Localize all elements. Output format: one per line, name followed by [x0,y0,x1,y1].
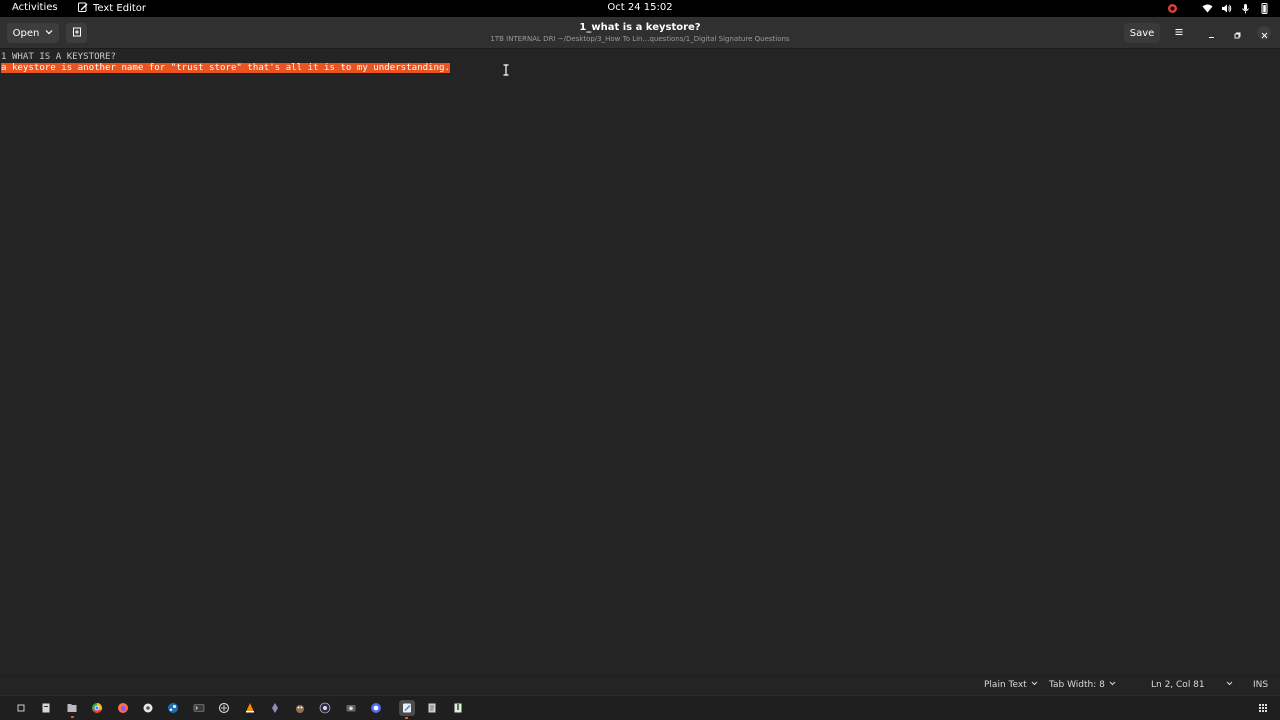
app-menu-label: Text Editor [93,3,146,14]
system-tray[interactable] [1167,2,1270,15]
minimize-icon [1208,24,1215,43]
new-document-icon [72,27,82,40]
document-path: 1TB INTERNAL DRI ~/Desktop/3_How To Lin…… [490,35,790,43]
microphone-icon[interactable] [1240,3,1251,14]
restore-icon [1234,24,1241,43]
settings-icon [142,702,154,714]
files-icon [66,702,78,714]
dock-item-document-viewer[interactable] [425,701,439,715]
wifi-icon[interactable] [1202,3,1213,14]
close-icon [1261,24,1268,43]
hamburger-menu-icon [1174,27,1184,40]
notes-icon [40,702,52,714]
chevron-down-icon [1109,680,1116,690]
dock-item-notes[interactable] [39,701,53,715]
open-button-label: Open [12,27,40,39]
steam-icon [167,702,179,714]
chevron-down-icon [1226,680,1233,690]
main-menu-button[interactable] [1170,23,1188,43]
chat-icon [370,702,382,714]
top-bar: Activities Text Editor Oct 24 15:02 [0,0,1280,17]
terminal-icon [193,702,205,714]
chevron-down-icon [45,28,53,39]
text-editor-area[interactable]: 1 WHAT IS A KEYSTORE? a keystore is anot… [0,50,1280,675]
archive-icon [452,702,464,714]
dock [0,695,1280,720]
vpn-icon[interactable] [1167,3,1178,14]
dock-item-chat[interactable] [369,701,383,715]
battery-icon[interactable] [1259,3,1270,14]
app-menu[interactable]: Text Editor [78,2,146,15]
dock-item-gimp[interactable] [293,701,307,715]
dock-item-screenshot[interactable] [344,701,358,715]
dock-item-workspaces[interactable] [14,701,28,715]
dock-item-text-editor[interactable] [399,700,415,719]
language-selector[interactable]: Plain Text [984,680,1038,690]
dock-item-archive[interactable] [451,701,465,715]
dock-item-steam[interactable] [166,701,180,715]
app-grid-icon [1257,702,1269,714]
open-button[interactable]: Open [7,23,59,43]
selected-text[interactable]: a keystore is another name for "trust st… [1,63,450,73]
dock-item-firefox[interactable] [116,701,130,715]
cursor-position-label: Ln 2, Col 81 [1151,680,1205,690]
document-viewer-icon [426,702,438,714]
dock-item-transmission[interactable] [268,701,282,715]
text-cursor-icon [502,64,510,76]
running-indicator [71,716,74,718]
maximize-button[interactable] [1230,26,1244,40]
clock[interactable]: Oct 24 15:02 [607,2,672,13]
gimp-icon [294,702,306,714]
running-indicator [405,717,408,719]
cursor-position-button[interactable]: Ln 2, Col 81 [1151,680,1205,690]
header-bar: Open 1_what is a keystore? 1TB INTERNAL … [0,17,1280,49]
dock-item-vlc[interactable] [243,701,257,715]
vlc-icon [244,702,256,714]
dock-item-terminal[interactable] [192,701,206,715]
text-editor-icon [78,2,88,15]
software-center-icon [218,702,230,714]
screenshot-icon [345,702,357,714]
minimize-button[interactable] [1204,26,1218,40]
tab-width-label: Tab Width: 8 [1049,680,1105,690]
chevron-down-icon [1031,680,1038,690]
dock-item-settings[interactable] [141,701,155,715]
status-bar: Plain Text Tab Width: 8 Ln 2, Col 81 INS [0,675,1280,695]
save-button[interactable]: Save [1124,23,1160,43]
dock-item-obs[interactable] [318,701,332,715]
dock-item-files[interactable] [65,701,79,718]
workspace-icon [15,702,27,714]
firefox-icon [117,702,129,714]
tab-width-selector[interactable]: Tab Width: 8 [1049,680,1116,690]
text-line-2[interactable]: a keystore is another name for "trust st… [1,62,450,74]
text-editor-icon [401,702,413,714]
transmission-icon [269,702,281,714]
position-menu-button[interactable] [1226,680,1233,690]
show-applications-button[interactable] [1256,701,1270,715]
language-label: Plain Text [984,680,1027,690]
insert-mode-label: INS [1253,680,1269,690]
obs-icon [319,702,331,714]
dock-item-chrome[interactable] [90,701,104,715]
activities-button[interactable]: Activities [12,2,58,13]
document-title: 1_what is a keystore? [579,22,701,33]
new-document-button[interactable] [66,23,87,43]
close-button[interactable] [1257,26,1271,40]
volume-icon[interactable] [1221,3,1232,14]
chrome-icon [91,702,103,714]
dock-item-software[interactable] [217,701,231,715]
insert-mode-indicator[interactable]: INS [1253,680,1268,690]
